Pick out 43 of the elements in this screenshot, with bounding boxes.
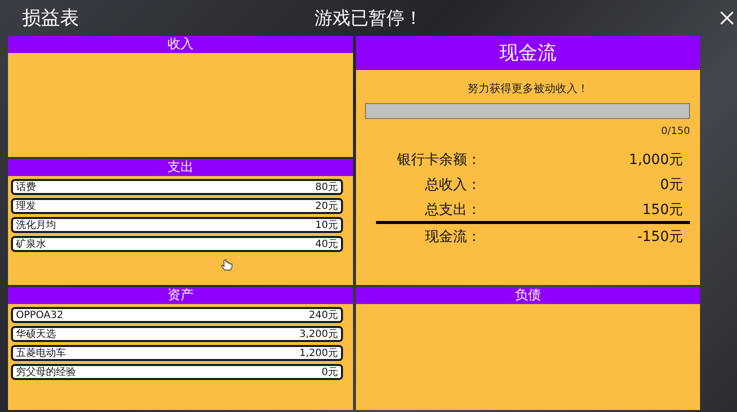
screen-title: 损益表 bbox=[22, 6, 79, 31]
list-row[interactable]: 穷父母的经验 0元 bbox=[11, 364, 343, 380]
hand-cursor-icon bbox=[221, 259, 233, 271]
stat-label: 银行卡余额： bbox=[397, 151, 481, 169]
item-amount: 1,200元 bbox=[299, 347, 338, 360]
item-name: 话费 bbox=[16, 180, 36, 194]
stat-label: 总支出： bbox=[425, 201, 481, 219]
item-amount: 80元 bbox=[315, 181, 338, 194]
panel-header: 负债 bbox=[356, 287, 700, 304]
stat-value: 150元 bbox=[642, 201, 683, 219]
item-amount: 40元 bbox=[315, 238, 338, 251]
panel-header: 收入 bbox=[8, 36, 353, 53]
panel-header: 资产 bbox=[8, 287, 353, 304]
stat-value: 1,000元 bbox=[628, 151, 683, 169]
stat-value: 0元 bbox=[660, 176, 683, 194]
close-icon[interactable] bbox=[719, 10, 735, 26]
list-row[interactable]: OPPOA32 240元 bbox=[11, 307, 343, 323]
list-row[interactable]: 理发 20元 bbox=[11, 198, 343, 214]
item-name: OPPOA32 bbox=[16, 310, 64, 320]
item-name: 洗化月均 bbox=[16, 218, 56, 232]
hint-text: 努力获得更多被动收入！ bbox=[466, 81, 590, 96]
item-name: 穷父母的经验 bbox=[16, 366, 76, 379]
list-row[interactable]: 矿泉水 40元 bbox=[11, 236, 343, 252]
stat-label: 总收入： bbox=[425, 176, 481, 194]
item-amount: 10元 bbox=[315, 219, 338, 232]
list-row[interactable]: 华硕天选 3,200元 bbox=[11, 326, 343, 342]
panel-header: 现金流 bbox=[356, 36, 700, 70]
panel-header: 支出 bbox=[8, 159, 353, 176]
total-label: 现金流： bbox=[425, 228, 481, 246]
item-name: 华硕天选 bbox=[16, 328, 56, 341]
item-amount: 3,200元 bbox=[299, 328, 338, 341]
progress-reading: 0/150 bbox=[661, 126, 690, 137]
list-row[interactable]: 话费 80元 bbox=[11, 179, 343, 195]
item-amount: 20元 bbox=[315, 200, 338, 213]
item-name: 五菱电动车 bbox=[16, 346, 66, 360]
item-amount: 0元 bbox=[322, 366, 338, 379]
list-row[interactable]: 五菱电动车 1,200元 bbox=[11, 345, 343, 361]
total-value: -150元 bbox=[637, 228, 683, 246]
item-name: 矿泉水 bbox=[16, 238, 46, 251]
list-row[interactable]: 洗化月均 10元 bbox=[11, 217, 343, 233]
item-name: 理发 bbox=[16, 200, 36, 213]
pause-message: 游戏已暂停！ bbox=[314, 7, 422, 30]
item-amount: 240元 bbox=[308, 309, 338, 322]
